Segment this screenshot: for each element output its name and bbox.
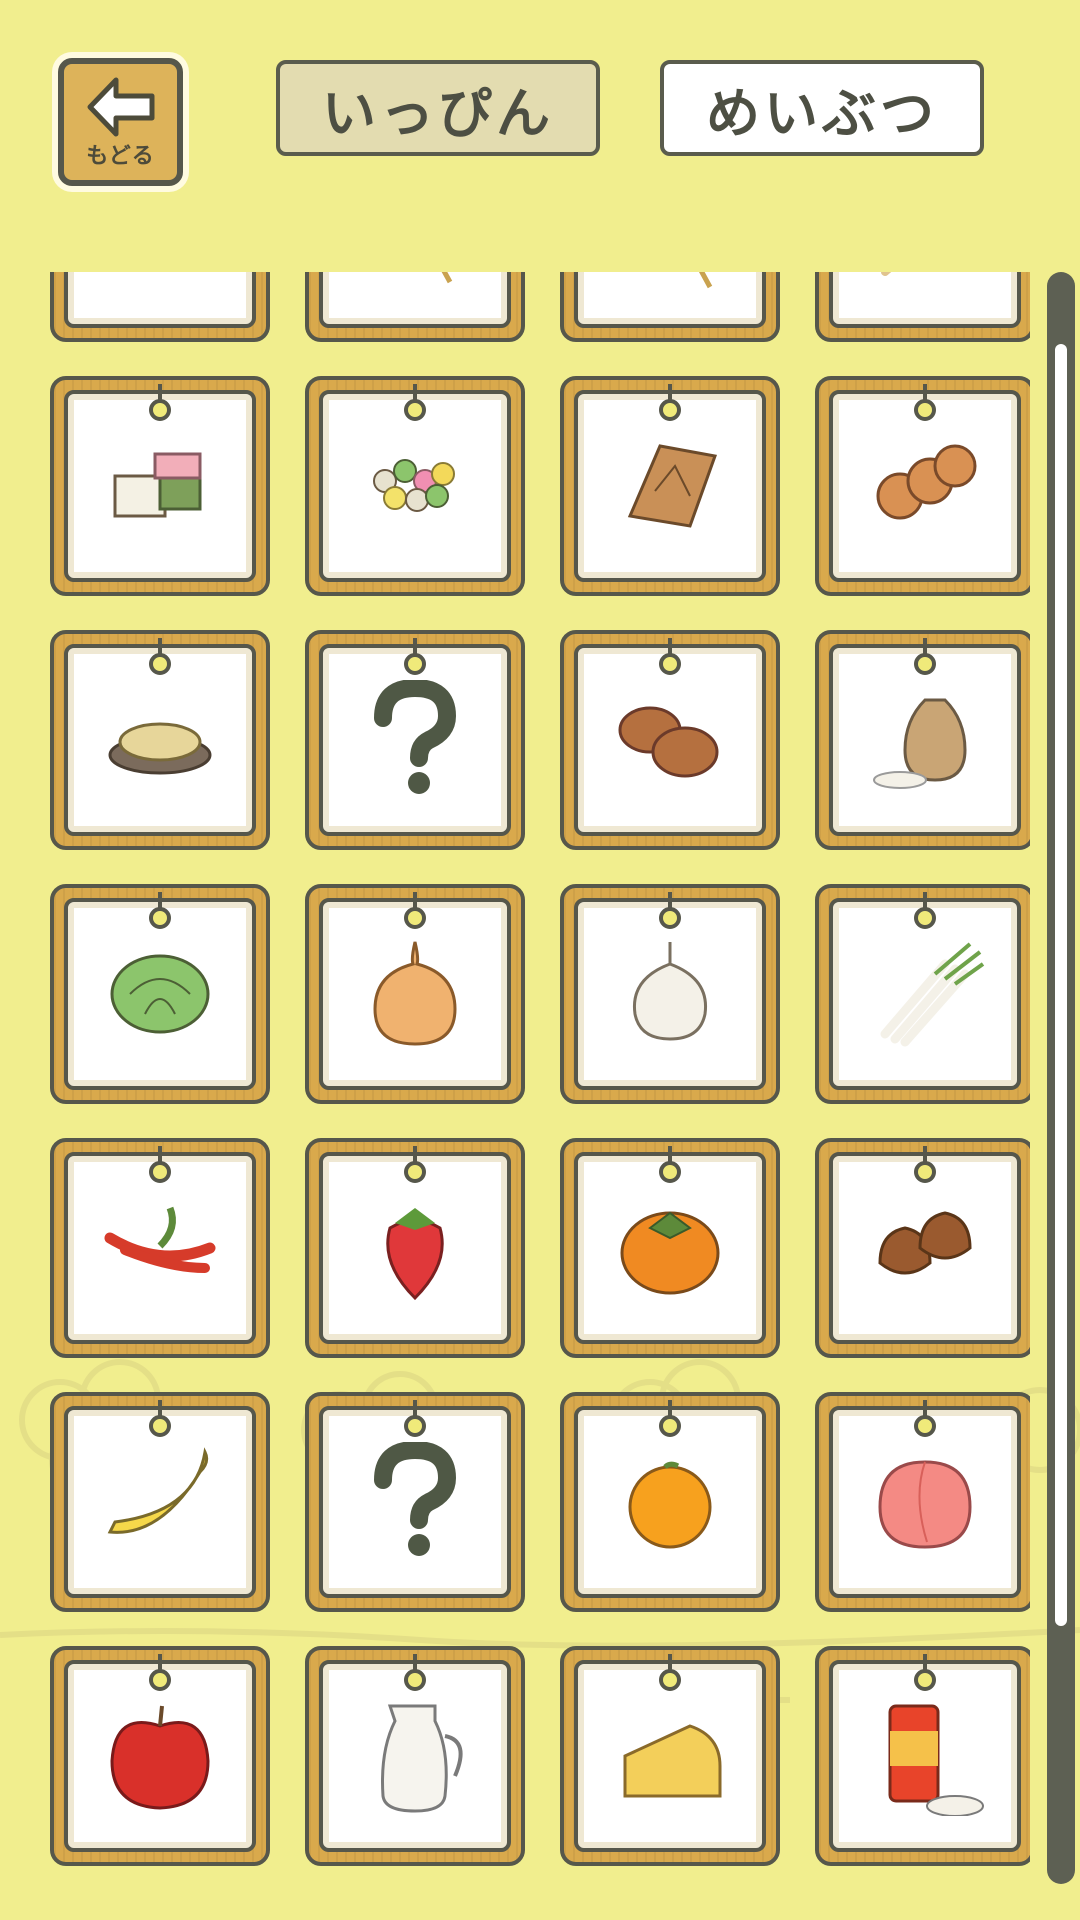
collection-item[interactable] [815, 1138, 1030, 1358]
collection-item[interactable] [815, 1646, 1030, 1866]
collection-item[interactable] [305, 1392, 525, 1612]
pin-icon [659, 638, 681, 675]
pin-icon [149, 638, 171, 675]
collection-item[interactable] [305, 1646, 525, 1866]
chestnut-icon [878, 1211, 972, 1275]
dango-skewer-icon [698, 272, 713, 289]
manju-buns-icon [618, 706, 719, 778]
tab-ippin[interactable]: いっぴん [276, 60, 600, 156]
collection-item[interactable] [50, 884, 270, 1104]
collection-item[interactable] [305, 272, 525, 342]
collection-item[interactable] [560, 376, 780, 596]
scrollbar-thumb[interactable] [1055, 344, 1067, 1626]
back-arrow-icon [87, 77, 155, 137]
cabbage-icon [110, 954, 210, 1034]
back-button-label: もどる [86, 144, 155, 169]
collection-item[interactable] [560, 630, 780, 850]
strawberry-icon [386, 1208, 444, 1301]
scrollbar[interactable] [1047, 272, 1075, 1884]
pin-icon [404, 384, 426, 421]
collection-item[interactable] [50, 1392, 270, 1612]
collection-item[interactable] [815, 884, 1030, 1104]
collection-item[interactable] [305, 376, 525, 596]
green-onion-icon [880, 942, 985, 1047]
yatsuhashi-pastry-icon [627, 444, 718, 528]
collection-item[interactable] [305, 630, 525, 850]
pin-icon [149, 1146, 171, 1183]
milk-pitcher-icon [381, 1704, 463, 1813]
collection-item[interactable] [50, 376, 270, 596]
pin-icon [149, 1654, 171, 1691]
tab-meibutsu[interactable]: めいぶつ [660, 60, 984, 156]
question-mark-icon [374, 1442, 457, 1556]
question-mark-icon [374, 680, 457, 794]
collection-item[interactable] [560, 1392, 780, 1612]
pin-icon [404, 1654, 426, 1691]
rice-sack-icon [873, 698, 967, 789]
collection-item[interactable] [560, 1646, 780, 1866]
pin-icon [914, 1146, 936, 1183]
grilled-skewer-icon [881, 272, 892, 276]
pin-icon [404, 1146, 426, 1183]
apple-icon [110, 1705, 210, 1810]
collection-item[interactable] [560, 1138, 780, 1358]
pin-icon [659, 1654, 681, 1691]
yokan-sweets-icon [113, 452, 202, 518]
pin-icon [404, 1400, 426, 1437]
round-buns-icon [876, 444, 977, 520]
collection-item[interactable] [50, 1138, 270, 1358]
mandarin-orange-icon [628, 1461, 712, 1549]
pin-icon [914, 892, 936, 929]
tea-canister-icon [888, 1704, 984, 1816]
banana-icon [107, 1447, 209, 1534]
colorful-candy-balls-icon [373, 459, 455, 512]
pin-icon [149, 892, 171, 929]
collection-item[interactable] [815, 376, 1030, 596]
pin-icon [914, 638, 936, 675]
collection-item[interactable] [50, 1646, 270, 1866]
skewer-stick-icon [441, 272, 453, 284]
pin-icon [149, 384, 171, 421]
senbei-crackers-icon [100, 272, 220, 292]
pin-icon [914, 1654, 936, 1691]
pin-icon [659, 384, 681, 421]
collection-item[interactable] [815, 630, 1030, 850]
collection-item[interactable] [560, 884, 780, 1104]
peach-icon [878, 1460, 972, 1549]
collection-item[interactable] [815, 1392, 1030, 1612]
fried-snack-plate-icon [108, 722, 212, 775]
garlic-icon [632, 942, 708, 1041]
collection-item[interactable] [50, 272, 270, 342]
onion-icon [373, 941, 457, 1046]
chili-pepper-icon [104, 1206, 216, 1273]
pin-icon [659, 1146, 681, 1183]
pin-icon [659, 1400, 681, 1437]
pin-icon [914, 1400, 936, 1437]
collection-item[interactable] [50, 630, 270, 850]
item-collection-grid[interactable] [50, 272, 1030, 1884]
collection-item[interactable] [815, 272, 1030, 342]
persimmon-icon [620, 1211, 720, 1295]
collection-item[interactable] [305, 1138, 525, 1358]
pin-icon [659, 892, 681, 929]
pin-icon [404, 638, 426, 675]
collection-item[interactable] [305, 884, 525, 1104]
pin-icon [914, 384, 936, 421]
collection-item[interactable] [560, 272, 780, 342]
cheese-icon [623, 1724, 722, 1798]
back-button[interactable]: もどる [58, 58, 183, 186]
pin-icon [404, 892, 426, 929]
pin-icon [149, 1400, 171, 1437]
